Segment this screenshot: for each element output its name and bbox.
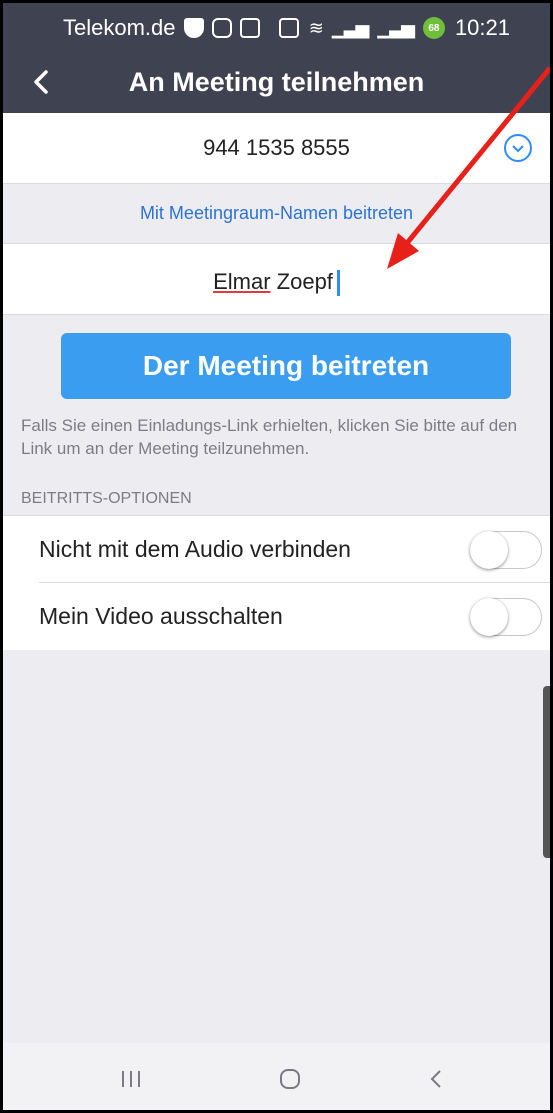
signal-icon: ▁▃▅ (331, 17, 370, 38)
invite-link-hint: Falls Sie einen Einladungs-Link erhielte… (21, 416, 518, 458)
meeting-id-history-button[interactable] (504, 134, 532, 162)
top-nav-bar: An Meeting teilnehmen (3, 53, 550, 113)
first-name-text: Elmar (213, 269, 271, 294)
clock: 10:21 (454, 15, 510, 40)
calendar-notification-icon (239, 18, 260, 38)
chevron-down-icon (512, 145, 524, 153)
page-title: An Meeting teilnehmen (128, 67, 425, 97)
display-name-value: Elmar Zoepf (3, 269, 550, 297)
option-no-audio[interactable]: Nicht mit dem Audio verbinden (39, 516, 550, 583)
recent-apps-button[interactable] (101, 1059, 161, 1099)
join-meeting-button[interactable]: Der Meeting beitreten (61, 333, 511, 399)
cast-icon (278, 18, 299, 38)
no-audio-toggle[interactable] (470, 531, 542, 569)
join-with-room-name-link[interactable]: Mit Meetingraum-Namen beitreten (3, 203, 550, 224)
carrier-label: Telekom.de (63, 15, 176, 40)
system-back-button[interactable] (406, 1059, 466, 1099)
shield-notification-icon (183, 18, 204, 38)
display-name-field[interactable]: Elmar Zoepf (3, 243, 550, 315)
status-bar: Telekom.de ≋ ▁▃▅ ▁▃▅ 68 10:21 (3, 3, 550, 53)
toggle-knob (470, 531, 508, 569)
recent-apps-icon (122, 1071, 140, 1087)
roaming-signal-icon: ▁▃▅ (377, 17, 415, 38)
toggle-knob (470, 598, 508, 636)
home-icon (280, 1069, 300, 1089)
last-name-text: Zoepf (276, 269, 333, 294)
join-options-list: Nicht mit dem Audio verbinden Mein Video… (3, 515, 550, 650)
option-label: Mein Video ausschalten (39, 603, 283, 629)
meeting-id-value: 944 1535 8555 (203, 135, 350, 160)
join-options-header: BEITRITTS-OPTIONEN (21, 490, 192, 507)
option-label: Nicht mit dem Audio verbinden (39, 536, 351, 562)
status-right: ≋ ▁▃▅ ▁▃▅ 68 10:21 (278, 15, 510, 41)
back-icon (430, 1070, 441, 1088)
option-video-off[interactable]: Mein Video ausschalten (39, 583, 550, 649)
app-notification-icon (211, 18, 232, 38)
status-left: Telekom.de (63, 15, 260, 41)
wifi-icon: ≋ (308, 17, 324, 38)
system-navigation-bar (3, 1043, 550, 1110)
home-button[interactable] (260, 1059, 320, 1099)
text-cursor (336, 270, 340, 297)
battery-icon: 68 (422, 17, 445, 39)
meeting-id-field[interactable]: 944 1535 8555 (3, 113, 550, 184)
video-off-toggle[interactable] (470, 598, 542, 636)
edge-panel-handle[interactable] (543, 686, 550, 858)
